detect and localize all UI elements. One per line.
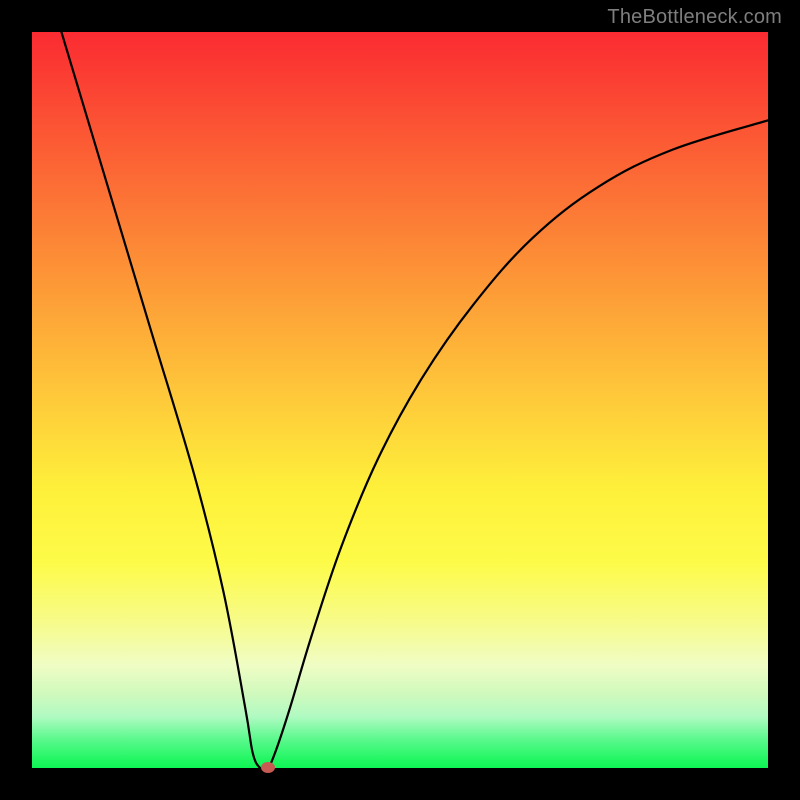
bottleneck-curve [32, 32, 768, 768]
watermark-text: TheBottleneck.com [607, 6, 782, 29]
minimum-marker [261, 762, 275, 773]
plot-area [32, 32, 768, 768]
chart-frame: TheBottleneck.com [0, 0, 800, 800]
